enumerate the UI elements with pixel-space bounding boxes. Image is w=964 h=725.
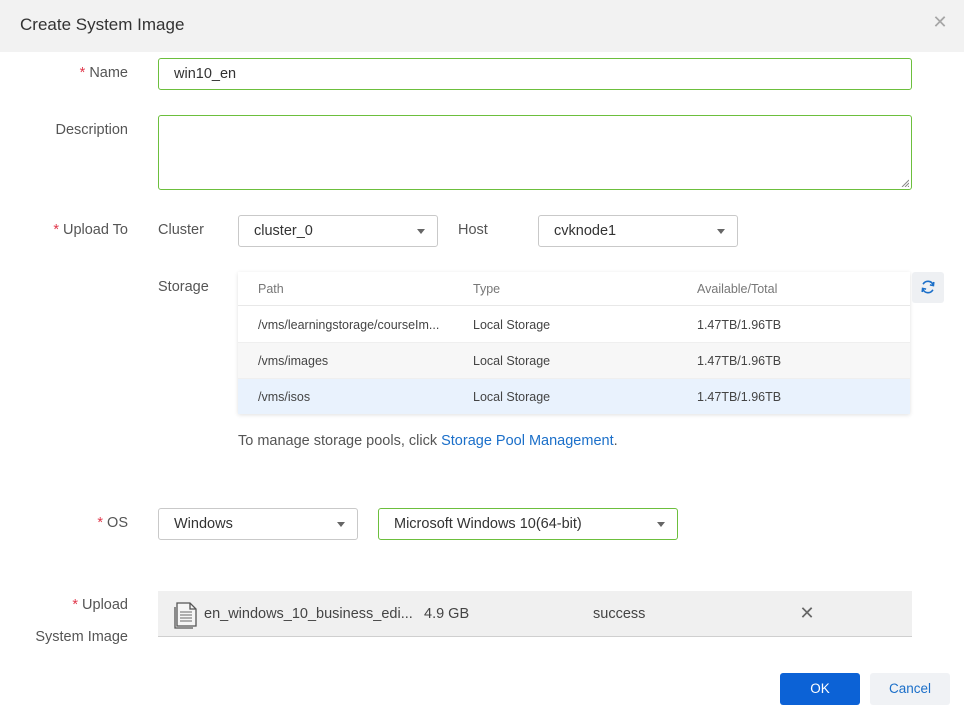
upload-status: success [593,606,646,622]
column-header-path: Path [258,282,284,296]
cancel-button[interactable]: Cancel [870,673,950,705]
upload-to-label: * Upload To [53,222,128,238]
dialog-header: Create System Image ✕ [0,0,964,52]
storage-table: Path Type Available/Total /vms/learnings… [238,272,910,414]
table-row[interactable]: /vms/images Local Storage 1.47TB/1.96TB [238,343,910,379]
chevron-down-icon [657,522,665,527]
storage-hint: To manage storage pools, click Storage P… [238,433,618,449]
storage-label: Storage [158,279,209,295]
close-icon[interactable]: ✕ [930,12,950,32]
column-header-type: Type [473,282,501,296]
ok-button[interactable]: OK [780,673,860,705]
storage-type: Local Storage [473,390,551,404]
os-label: * OS [97,515,128,531]
storage-type: Local Storage [473,318,551,332]
file-size: 4.9 GB [424,606,470,622]
storage-capacity: 1.47TB/1.96TB [697,354,782,368]
host-label: Host [458,222,488,238]
table-row[interactable]: /vms/learningstorage/courseIm... Local S… [238,307,910,343]
dialog-title: Create System Image [20,15,185,34]
refresh-button[interactable] [912,272,944,303]
storage-pool-management-link[interactable]: Storage Pool Management [441,433,614,449]
os-version-select[interactable]: Microsoft Windows 10(64-bit) [378,508,678,540]
cluster-select-value: cluster_0 [254,223,313,239]
storage-path: /vms/isos [258,390,311,404]
upload-image-label: * Upload [72,597,128,613]
chevron-down-icon [717,229,725,234]
chevron-down-icon [417,229,425,234]
uploaded-file-row: en_windows_10_business_edi... 4.9 GB suc… [158,591,912,637]
upload-image-label-line2: System Image [35,629,128,645]
name-input[interactable]: win10_en [158,58,912,90]
chevron-down-icon [337,522,345,527]
storage-hint-suffix: . [613,433,618,449]
os-version-value: Microsoft Windows 10(64-bit) [394,516,582,532]
file-icon [174,602,197,629]
cluster-label: Cluster [158,222,204,238]
os-family-value: Windows [174,516,233,532]
os-family-select[interactable]: Windows [158,508,358,540]
description-label: Description [55,122,128,138]
name-label: * Name [79,65,128,81]
refresh-icon [921,280,935,294]
storage-path: /vms/images [258,354,329,368]
storage-type: Local Storage [473,354,551,368]
storage-capacity: 1.47TB/1.96TB [697,390,782,404]
cluster-select[interactable]: cluster_0 [238,215,438,247]
resize-grip-icon[interactable] [901,179,909,187]
storage-hint-text: To manage storage pools, click [238,433,442,449]
remove-file-icon[interactable]: ✕ [798,604,816,622]
file-name: en_windows_10_business_edi... [204,606,413,622]
storage-path: /vms/learningstorage/courseIm... [258,318,440,332]
host-select-value: cvknode1 [554,223,617,239]
description-textarea[interactable] [158,115,912,190]
table-row-selected[interactable]: /vms/isos Local Storage 1.47TB/1.96TB [238,379,910,414]
host-select[interactable]: cvknode1 [538,215,738,247]
storage-table-header: Path Type Available/Total [238,272,910,306]
storage-capacity: 1.47TB/1.96TB [697,318,782,332]
column-header-capacity: Available/Total [697,282,778,296]
